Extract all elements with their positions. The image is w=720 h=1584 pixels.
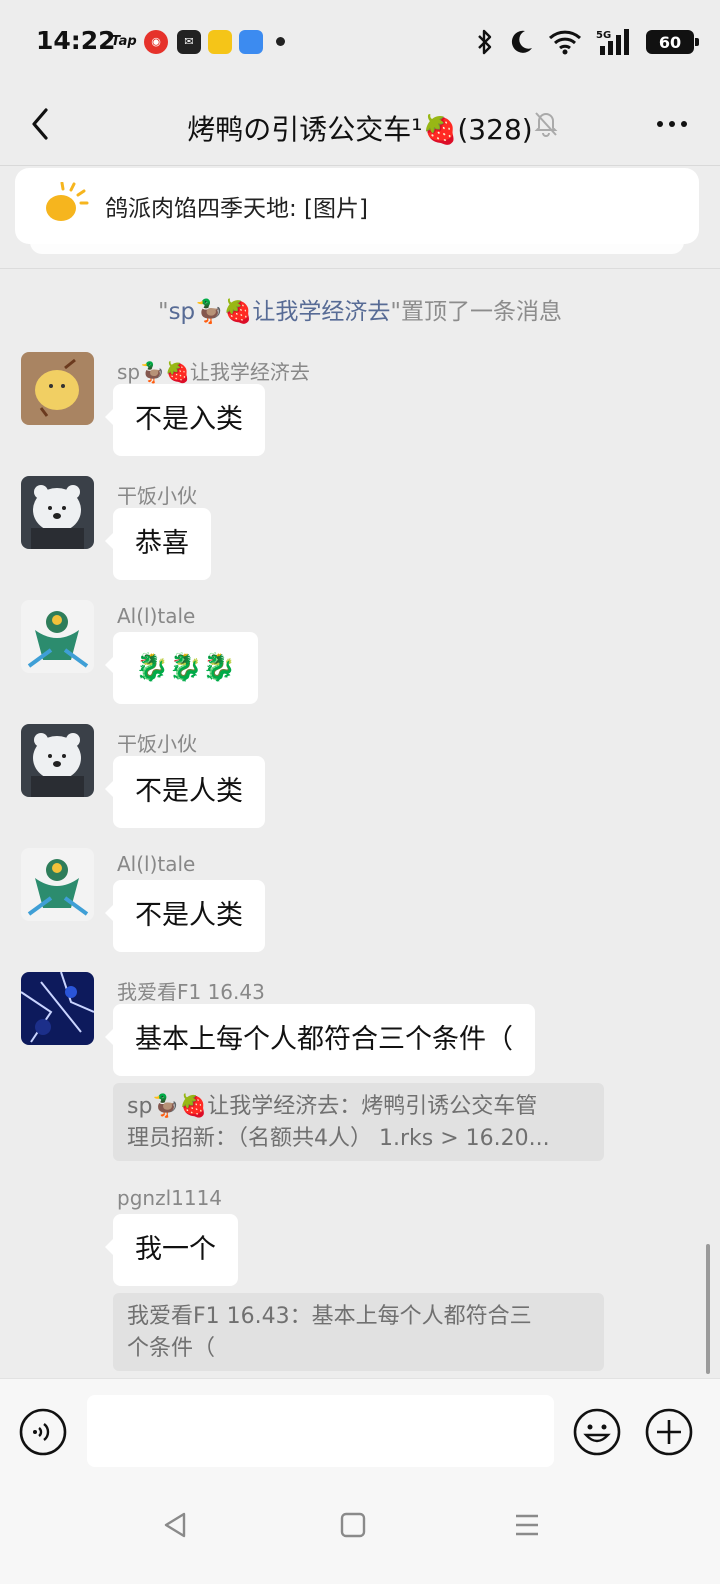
more-icon[interactable] (648, 102, 696, 146)
tap-app-icon: Tap (111, 34, 137, 49)
avatar[interactable] (21, 724, 94, 797)
sender-name: Al(l)tale (117, 852, 196, 876)
sender-name: pgnzl1114 (117, 1186, 223, 1210)
nav-back-icon[interactable] (160, 1510, 190, 1540)
message-bubble[interactable]: 不是人类 (105, 880, 265, 952)
avatar[interactable] (21, 848, 94, 921)
message-bubble[interactable]: 🐉🐉🐉 (105, 632, 258, 704)
message-bubble[interactable]: 恭喜 (105, 508, 211, 580)
status-indicators: 5G 60 (476, 26, 699, 58)
nav-home-icon[interactable] (338, 1510, 368, 1540)
notice-user-link[interactable]: sp🦆🍓让我学经济去 (169, 299, 391, 325)
scrollbar[interactable] (706, 1244, 710, 1374)
quoted-reply[interactable]: 我爱看F1 16.43：基本上每个人都符合三 个条件（ (113, 1293, 604, 1371)
signal-icon: 5G (596, 29, 629, 55)
sender-name: 干饭小伙 (117, 732, 197, 756)
divider (0, 268, 720, 269)
avatar[interactable] (21, 972, 94, 1045)
sender-name: 我爱看F1 16.43 (117, 980, 265, 1004)
quote-line: 我爱看F1 16.43：基本上每个人都符合三 (127, 1304, 532, 1329)
battery-icon: 60 (646, 30, 699, 54)
emoji-icon[interactable] (572, 1407, 622, 1457)
bell-muted-icon (534, 112, 558, 137)
quote-line: 个条件（ (127, 1336, 216, 1361)
pinned-text: 鸽派肉馅四季天地: [图片] (105, 196, 369, 222)
pinned-sun-icon (46, 182, 89, 221)
nav-menu-icon[interactable] (512, 1510, 542, 1540)
wifi-icon (548, 30, 582, 55)
system-navigation-bar (0, 1482, 720, 1584)
avatar[interactable] (21, 476, 94, 549)
quoted-reply[interactable]: sp🦆🍓让我学经济去：烤鸭引诱公交车管 理员招新：（名额共4人） 1.rks >… (113, 1083, 604, 1161)
pinned-message[interactable]: 鸽派肉馅四季天地: [图片] (15, 168, 699, 244)
more-notifications-dot (276, 37, 285, 46)
quote-line: 理员招新：（名额共4人） 1.rks > 16.20... (127, 1126, 550, 1151)
douban-icon: ✉ (177, 30, 201, 54)
netease-music-icon: ◉ (144, 30, 168, 54)
chat-title: 烤鸭の引诱公交车¹🍓(328) (187, 113, 533, 146)
mail-icon (239, 30, 263, 54)
bluetooth-icon (478, 29, 492, 55)
message-bubble[interactable]: 不是入类 (105, 384, 265, 456)
quote-line: sp🦆🍓让我学经济去：烤鸭引诱公交车管 (127, 1094, 538, 1119)
notice-prefix: " (157, 299, 169, 325)
moon-icon (511, 30, 532, 53)
sender-name: 干饭小伙 (117, 484, 197, 508)
message-bubble[interactable]: 不是人类 (105, 756, 265, 828)
sender-name: Al(l)tale (117, 604, 196, 628)
sender-name: sp🦆🍓让我学经济去 (117, 360, 310, 384)
notes-icon (208, 30, 232, 54)
message-bubble[interactable]: 我一个 (105, 1214, 238, 1286)
input-bar (0, 1378, 720, 1482)
status-time: 14:22 (36, 26, 116, 55)
chat-header: 烤鸭の引诱公交车¹🍓(328) (0, 86, 720, 166)
status-bar: 14:22 Tap ◉ ✉ 5G 60 (0, 0, 720, 86)
message-input[interactable] (87, 1395, 554, 1467)
svg-text:5G: 5G (596, 30, 611, 41)
plus-icon[interactable] (644, 1407, 694, 1457)
system-notice: "sp🦆🍓让我学经济去"置顶了一条消息 (0, 292, 720, 326)
avatar[interactable] (21, 600, 94, 673)
message-bubble[interactable]: 基本上每个人都符合三个条件（ (105, 1004, 535, 1076)
notice-suffix: "置顶了一条消息 (390, 299, 563, 325)
avatar[interactable] (21, 352, 94, 425)
voice-icon[interactable] (18, 1407, 68, 1457)
